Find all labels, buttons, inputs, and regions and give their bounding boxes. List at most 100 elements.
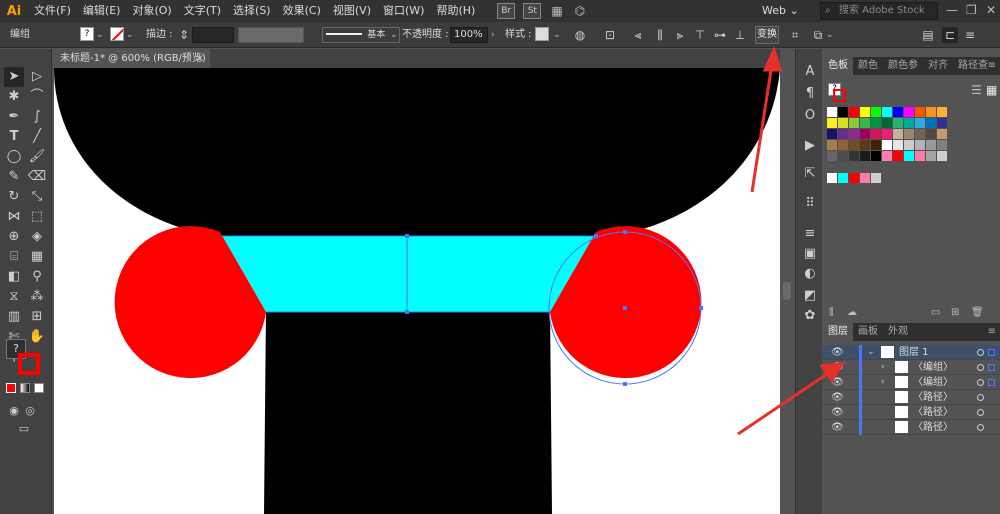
- type-tool-icon[interactable]: T: [4, 127, 24, 147]
- chevron-down-icon[interactable]: ⌄: [96, 22, 104, 48]
- color-mode-icon[interactable]: [6, 383, 16, 393]
- color-swatch[interactable]: [904, 129, 914, 139]
- target-circle-icon[interactable]: [977, 379, 984, 386]
- maximize-icon[interactable]: ❐: [966, 3, 977, 17]
- new-color-group-icon[interactable]: ▭: [931, 307, 940, 318]
- swatch-stroke-box[interactable]: [833, 89, 846, 102]
- color-swatch[interactable]: [827, 140, 837, 150]
- tab-color-guide[interactable]: 颜色参: [883, 57, 923, 75]
- color-swatch[interactable]: [882, 129, 892, 139]
- color-swatch[interactable]: [882, 140, 892, 150]
- opentype-panel-icon[interactable]: O: [801, 107, 819, 125]
- hand-tool-icon[interactable]: ✋: [27, 327, 47, 347]
- free-transform-tool-icon[interactable]: ⬚: [27, 207, 47, 227]
- arrange-icon[interactable]: ⧉: [810, 27, 826, 43]
- chevron-right-icon[interactable]: ›: [491, 22, 495, 48]
- color-swatch[interactable]: [838, 173, 848, 183]
- gradient-panel-icon[interactable]: ▣: [801, 245, 819, 263]
- chevron-down-icon[interactable]: ⌄: [867, 345, 875, 360]
- artboard-tool-icon[interactable]: ⊞: [27, 307, 47, 327]
- color-swatch[interactable]: [882, 107, 892, 117]
- paintbrush-tool-icon[interactable]: 🖌: [27, 147, 47, 167]
- shaper-tool-icon[interactable]: ✎: [4, 167, 24, 187]
- color-swatch[interactable]: [893, 129, 903, 139]
- recolor-artwork-icon[interactable]: ◍: [572, 27, 588, 43]
- eraser-tool-icon[interactable]: ⌫: [27, 167, 47, 187]
- shape-builder-tool-icon[interactable]: ⊕: [4, 227, 24, 247]
- menu-edit[interactable]: 编辑(E): [77, 0, 127, 22]
- align-center-icon[interactable]: ⫼: [652, 27, 668, 43]
- scale-tool-icon[interactable]: ⤡: [27, 187, 47, 207]
- visibility-eye-icon[interactable]: 👁: [831, 420, 844, 435]
- asset-panel-icon[interactable]: ⠿: [801, 195, 819, 213]
- rotate-tool-icon[interactable]: ↻: [4, 187, 24, 207]
- stock-button[interactable]: St: [523, 3, 542, 19]
- color-swatch[interactable]: [827, 107, 837, 117]
- color-swatch[interactable]: [915, 151, 925, 161]
- layer-row[interactable]: 👁 ⌄ 图层 1: [823, 345, 1000, 360]
- document-tab[interactable]: 未标题-1* @ 600% (RGB/预览) ×: [54, 49, 210, 68]
- screen-mode-icon[interactable]: ▭: [14, 419, 34, 439]
- none-mode-icon[interactable]: [34, 383, 44, 393]
- target-circle-icon[interactable]: [977, 349, 984, 356]
- close-tab-icon[interactable]: ×: [196, 49, 204, 68]
- tab-swatches[interactable]: 色板: [823, 57, 853, 75]
- chevron-down-icon[interactable]: ⌄: [826, 22, 834, 48]
- color-swatch[interactable]: [882, 151, 892, 161]
- target-circle-icon[interactable]: [977, 424, 984, 431]
- color-swatch[interactable]: [926, 140, 936, 150]
- color-swatch[interactable]: [915, 107, 925, 117]
- color-swatch[interactable]: [849, 140, 859, 150]
- align-left-icon[interactable]: ⫷: [630, 27, 646, 43]
- color-swatch[interactable]: [904, 140, 914, 150]
- color-swatch[interactable]: [838, 140, 848, 150]
- color-swatch[interactable]: [827, 118, 837, 128]
- color-swatch[interactable]: [893, 140, 903, 150]
- menu-effect[interactable]: 效果(C): [277, 0, 327, 22]
- gradient-mode-icon[interactable]: [20, 383, 30, 393]
- gradient-tool-icon[interactable]: ◧: [4, 267, 24, 287]
- mesh-tool-icon[interactable]: ▦: [27, 247, 47, 267]
- menu-type[interactable]: 文字(T): [178, 0, 227, 22]
- export-panel-icon[interactable]: ⇱: [801, 165, 819, 183]
- swatch-library-icon[interactable]: ⫼: [829, 307, 834, 318]
- stroke-swatch[interactable]: [110, 27, 124, 41]
- align-bottom-icon[interactable]: ⊥: [732, 27, 748, 43]
- menu-view[interactable]: 视图(V): [327, 0, 377, 22]
- color-swatch[interactable]: [893, 118, 903, 128]
- tab-align[interactable]: 对齐: [923, 57, 953, 75]
- menu-select[interactable]: 选择(S): [227, 0, 277, 22]
- color-swatch[interactable]: [871, 107, 881, 117]
- color-swatch[interactable]: [926, 118, 936, 128]
- color-swatch[interactable]: [871, 118, 881, 128]
- document-setup-icon[interactable]: ▤: [920, 27, 936, 43]
- align-middle-icon[interactable]: ⊶: [712, 27, 728, 43]
- character-panel-icon[interactable]: A: [801, 63, 819, 81]
- menu-object[interactable]: 对象(O): [126, 0, 177, 22]
- align-to-icon[interactable]: ⊡: [602, 27, 618, 43]
- color-swatch[interactable]: [937, 129, 947, 139]
- layer-row[interactable]: 👁 〈路径〉: [823, 420, 1000, 435]
- graphic-style-swatch[interactable]: [535, 27, 549, 41]
- tab-appearance[interactable]: 外观: [883, 323, 913, 341]
- color-swatch[interactable]: [827, 129, 837, 139]
- layer-row[interactable]: 👁 〈路径〉: [823, 405, 1000, 420]
- target-circle-icon[interactable]: [977, 409, 984, 416]
- delete-swatch-icon[interactable]: 🗑: [971, 307, 984, 318]
- isolate-selection-icon[interactable]: ⌗: [787, 27, 803, 43]
- color-swatch[interactable]: [860, 140, 870, 150]
- chevron-right-icon[interactable]: ›: [881, 360, 885, 375]
- color-swatch[interactable]: [849, 118, 859, 128]
- stepper-icon[interactable]: ⇕: [176, 27, 192, 43]
- color-swatch[interactable]: [849, 107, 859, 117]
- grid-view-icon[interactable]: ▦: [986, 83, 997, 97]
- selection-indicator[interactable]: [988, 379, 995, 386]
- draw-behind-icon[interactable]: ◎: [20, 401, 40, 421]
- actions-panel-icon[interactable]: ▶: [801, 137, 819, 155]
- color-swatch[interactable]: [926, 129, 936, 139]
- layer-row[interactable]: 👁 › 〈编组〉: [823, 360, 1000, 375]
- perspective-grid-tool-icon[interactable]: ⌸: [4, 247, 24, 267]
- color-swatch[interactable]: [860, 107, 870, 117]
- minimize-icon[interactable]: —: [946, 3, 958, 17]
- live-paint-tool-icon[interactable]: ◈: [27, 227, 47, 247]
